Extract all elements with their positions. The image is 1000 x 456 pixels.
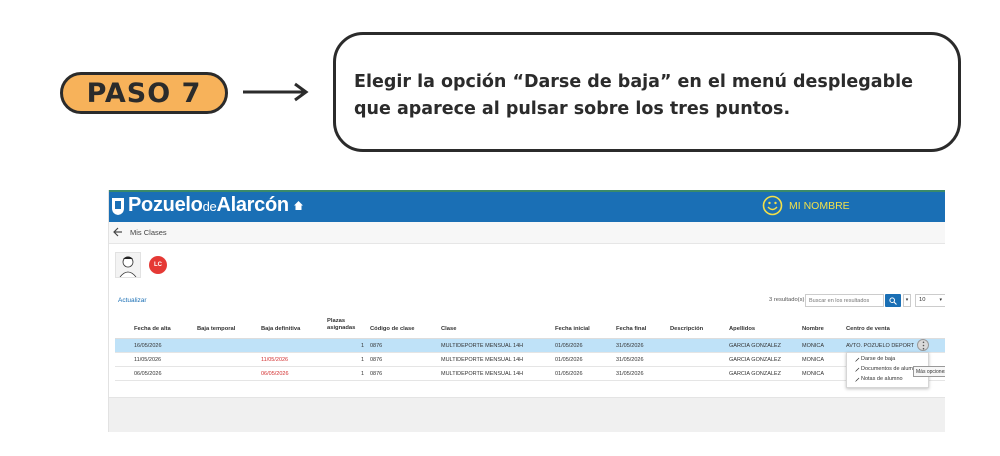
menu-item-documentos[interactable]: Documentos de alumno: [855, 366, 920, 372]
instruction-box: Elegir la opción “Darse de baja” en el m…: [333, 32, 961, 152]
page-size-select[interactable]: 10 ▾: [915, 294, 945, 307]
pencil-icon: [855, 377, 860, 382]
cell-inicial: 01/05/2026: [555, 357, 583, 363]
cell-nombre: MONICA: [802, 371, 824, 377]
menu-item-label: Notas de alumno: [861, 376, 903, 382]
cell-alta: 16/05/2026: [134, 343, 162, 349]
step-label: PASO 7: [86, 77, 202, 109]
refresh-link[interactable]: Actualizar: [118, 297, 147, 304]
avatar[interactable]: [115, 252, 141, 278]
cell-final: 31/05/2026: [616, 371, 644, 377]
menu-item-darse-de-baja[interactable]: Darse de baja: [855, 356, 896, 362]
instruction-line-2: que aparece al pulsar sobre los tres pun…: [354, 99, 791, 119]
three-dots-icon: [922, 341, 925, 350]
logo-de: de: [202, 199, 217, 214]
cell-plazas: 1: [361, 371, 365, 377]
options-dropdown-button[interactable]: ▾: [903, 294, 911, 307]
cell-alta: 11/05/2026: [134, 357, 162, 363]
step-badge: PASO 7: [60, 72, 228, 114]
logo-tail: Alarcón: [216, 194, 289, 216]
user-avatar-icon: [119, 256, 137, 278]
menu-item-label: Darse de baja: [861, 356, 896, 362]
col-apellidos[interactable]: Apellidos: [729, 326, 755, 333]
cell-nombre: MONICA: [802, 343, 824, 349]
cell-nombre: MONICA: [802, 357, 824, 363]
col-centro[interactable]: Centro de venta: [846, 326, 890, 333]
search-input[interactable]: [805, 294, 884, 307]
pencil-icon: [855, 367, 860, 372]
cell-codigo: 0876: [370, 371, 383, 377]
cell-clase: MULTIDEPORTE MENSUAL 14H: [441, 357, 524, 363]
user-name[interactable]: MI NOMBRE: [789, 200, 850, 212]
table-row[interactable]: 11/05/2026 11/05/2026 1 0876 MULTIDEPORT…: [115, 353, 945, 367]
cell-codigo: 0876: [370, 343, 383, 349]
logo-main: Pozuelo: [128, 194, 203, 216]
initials-badge[interactable]: LC: [149, 256, 167, 274]
cell-inicial: 01/05/2026: [555, 371, 583, 377]
cell-final: 31/05/2026: [616, 343, 644, 349]
table-header: Fecha de alta Baja temporal Baja definit…: [115, 315, 945, 339]
breadcrumb-bar: [109, 222, 945, 244]
col-baja-definitiva[interactable]: Baja definitiva: [261, 326, 300, 333]
cell-plazas: 1: [361, 343, 365, 349]
cell-centro: AVTO. POZUELO DEPORT: [846, 343, 915, 349]
pencil-icon: [855, 357, 860, 362]
cell-apellidos: GARCIA GONZALEZ: [729, 357, 781, 363]
cell-alta: 06/05/2026: [134, 371, 162, 377]
table-row[interactable]: 06/05/2026 06/05/2026 1 0876 MULTIDEPORT…: [115, 367, 945, 381]
cell-apellidos: GARCIA GONZALEZ: [729, 371, 781, 377]
page-size-value: 10: [919, 297, 926, 303]
menu-item-label: Documentos de alumno: [861, 366, 920, 372]
table-row[interactable]: 16/05/2026 1 0876 MULTIDEPORTE MENSUAL 1…: [115, 339, 945, 353]
col-fecha-alta[interactable]: Fecha de alta: [134, 326, 171, 333]
chevron-down-icon: ▾: [939, 297, 942, 303]
footer-bar: [109, 397, 945, 432]
more-options-button[interactable]: [917, 339, 929, 351]
col-baja-temporal[interactable]: Baja temporal: [197, 326, 235, 333]
crest-icon: [112, 198, 124, 215]
col-descripcion[interactable]: Descripción: [670, 326, 703, 333]
smiley-icon[interactable]: [762, 195, 783, 216]
cell-plazas: 1: [361, 357, 365, 363]
search-button[interactable]: [885, 294, 901, 307]
back-arrow-icon[interactable]: [113, 227, 123, 237]
breadcrumb: Mis Clases: [130, 228, 167, 237]
col-codigo[interactable]: Código de clase: [370, 326, 414, 333]
tooltip: Más opciones: [913, 366, 945, 377]
col-nombre[interactable]: Nombre: [802, 326, 824, 333]
cell-definitiva: 06/05/2026: [261, 371, 289, 377]
menu-item-notas[interactable]: Notas de alumno: [855, 376, 903, 382]
col-plazas[interactable]: Plazas asignadas: [327, 318, 357, 332]
results-count: 3 resultado(s): [769, 297, 805, 303]
cell-codigo: 0876: [370, 357, 383, 363]
cell-inicial: 01/05/2026: [555, 343, 583, 349]
cell-apellidos: GARCIA GONZALEZ: [729, 343, 781, 349]
cell-clase: MULTIDEPORTE MENSUAL 14H: [441, 371, 524, 377]
instruction-line-1: Elegir la opción “Darse de baja” en el m…: [354, 72, 913, 92]
home-icon[interactable]: [294, 201, 303, 210]
app-logo[interactable]: PozuelodeAlarcón: [128, 194, 289, 217]
col-clase[interactable]: Clase: [441, 326, 456, 333]
col-fecha-final[interactable]: Fecha final: [616, 326, 646, 333]
app-screenshot: PozuelodeAlarcón MI NOMBRE Mis Clases LC…: [108, 190, 945, 432]
col-fecha-inicial[interactable]: Fecha inicial: [555, 326, 590, 333]
search-icon: [889, 297, 897, 305]
cell-definitiva: 11/05/2026: [261, 357, 289, 363]
cell-clase: MULTIDEPORTE MENSUAL 14H: [441, 343, 524, 349]
cell-final: 31/05/2026: [616, 357, 644, 363]
arrow-right-icon: [243, 82, 309, 102]
